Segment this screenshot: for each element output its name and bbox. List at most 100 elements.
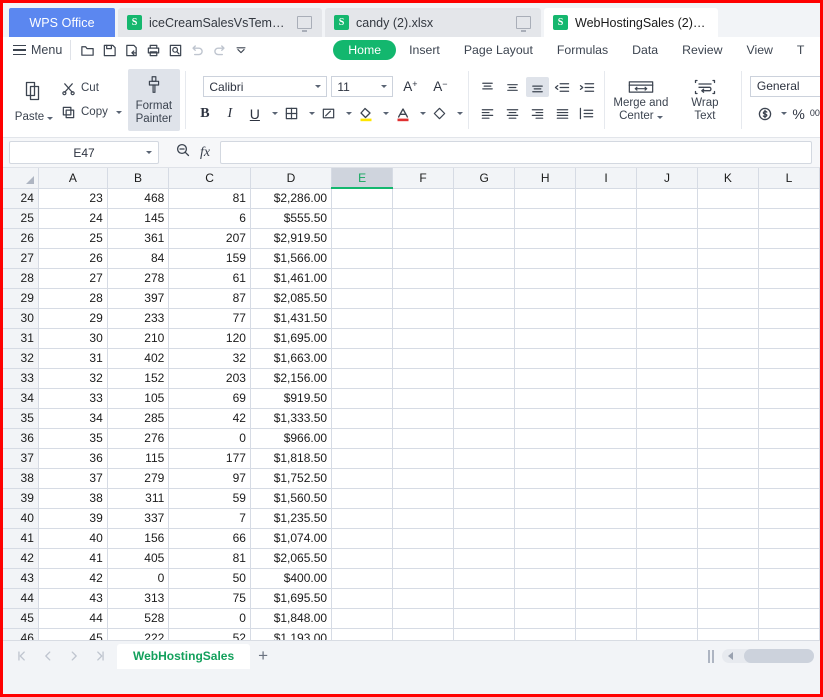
grid-cell[interactable] (697, 468, 759, 489)
grid-cell[interactable]: 97 (168, 468, 251, 489)
grid-cell[interactable] (697, 248, 759, 269)
grid-cell[interactable] (575, 348, 637, 369)
grid-cell[interactable] (697, 188, 759, 209)
grid-cell[interactable] (697, 608, 759, 629)
row-header[interactable]: 37 (3, 448, 39, 469)
increase-indent-button[interactable] (576, 77, 599, 97)
grid-cell[interactable] (758, 468, 820, 489)
grid-cell[interactable] (575, 628, 637, 640)
grid-cell[interactable]: $2,156.00 (250, 368, 333, 389)
grid-cell[interactable]: 177 (168, 448, 251, 469)
grid-cell[interactable] (514, 608, 577, 629)
underline-button[interactable]: U (244, 103, 266, 125)
column-header-k[interactable]: K (697, 168, 759, 189)
grid-cell[interactable] (392, 468, 455, 489)
grid-cell[interactable]: 69 (168, 388, 251, 409)
tab-insert[interactable]: Insert (398, 40, 451, 60)
grid-cell[interactable] (331, 488, 394, 509)
grid-cell[interactable] (392, 348, 455, 369)
grid-cell[interactable] (758, 448, 820, 469)
grid-cell[interactable] (758, 348, 820, 369)
grid-cell[interactable] (514, 528, 577, 549)
tab-data[interactable]: Data (621, 40, 669, 60)
grid-cell[interactable]: $919.50 (250, 388, 333, 409)
grid-cell[interactable]: 152 (107, 368, 170, 389)
grid-cell[interactable]: 210 (107, 328, 170, 349)
monitor-icon[interactable] (297, 16, 312, 32)
grid-cell[interactable]: 32 (168, 348, 251, 369)
grid-cell[interactable] (331, 508, 394, 529)
grid-cell[interactable] (453, 188, 516, 209)
grid-cell[interactable] (514, 268, 577, 289)
grid-cell[interactable] (575, 328, 637, 349)
format-painter-button[interactable]: Format Painter (127, 69, 180, 131)
grid-cell[interactable]: 87 (168, 288, 251, 309)
grid-cell[interactable]: $1,752.50 (250, 468, 333, 489)
row-header[interactable]: 32 (3, 348, 39, 369)
grid-cell[interactable] (697, 508, 759, 529)
grid-cell[interactable] (758, 268, 820, 289)
grid-cell[interactable] (575, 608, 637, 629)
grid-cell[interactable] (392, 528, 455, 549)
grid-cell[interactable] (575, 568, 637, 589)
grid-cell[interactable] (758, 408, 820, 429)
row-header[interactable]: 44 (3, 588, 39, 609)
row-header[interactable]: 41 (3, 528, 39, 549)
monitor-icon[interactable] (516, 16, 531, 32)
grid-cell[interactable]: 311 (107, 488, 170, 509)
column-header-d[interactable]: D (250, 168, 333, 189)
chevron-down-icon[interactable] (271, 112, 278, 115)
grid-cell[interactable] (453, 328, 516, 349)
grid-cell[interactable] (697, 288, 759, 309)
grid-cell[interactable] (331, 348, 394, 369)
grid-cell[interactable] (697, 568, 759, 589)
grid-cell[interactable]: $1,461.00 (250, 268, 333, 289)
grid-cell[interactable] (758, 548, 820, 569)
chevron-down-icon[interactable] (656, 116, 663, 119)
grid-cell[interactable] (331, 288, 394, 309)
grid-cell[interactable] (636, 268, 698, 289)
grid-cell[interactable]: 285 (107, 408, 170, 429)
row-header[interactable]: 42 (3, 548, 39, 569)
column-header-j[interactable]: J (636, 168, 698, 189)
grid-cell[interactable] (514, 208, 577, 229)
grid-cell[interactable]: $1,074.00 (250, 528, 333, 549)
grid-cell[interactable] (758, 528, 820, 549)
chevron-down-icon[interactable] (47, 116, 54, 120)
grid-cell[interactable]: $966.00 (250, 428, 333, 449)
row-header[interactable]: 27 (3, 248, 39, 269)
grid-cell[interactable] (392, 188, 455, 209)
select-all-corner[interactable] (3, 168, 39, 189)
sheet-tab-webhostingsales[interactable]: WebHostingSales (117, 643, 251, 669)
grid-cell[interactable] (575, 268, 637, 289)
grid-cell[interactable]: 77 (168, 308, 251, 329)
justify-button[interactable] (551, 103, 574, 123)
align-left-button[interactable] (476, 103, 499, 123)
grid-cell[interactable]: $2,286.00 (250, 188, 333, 209)
grid-cell[interactable] (575, 488, 637, 509)
grid-cell[interactable] (758, 308, 820, 329)
grid-cell[interactable]: 39 (38, 508, 108, 529)
clear-format-button[interactable] (429, 103, 451, 125)
grid-cell[interactable] (331, 188, 394, 209)
grid-cell[interactable] (575, 588, 637, 609)
grid-cell[interactable]: 66 (168, 528, 251, 549)
grid-cell[interactable] (697, 388, 759, 409)
grid-cell[interactable]: 27 (38, 268, 108, 289)
grid-cell[interactable]: 278 (107, 268, 170, 289)
column-header-g[interactable]: G (453, 168, 516, 189)
grid-cell[interactable]: 105 (107, 388, 170, 409)
cut-button[interactable]: Cut (61, 81, 122, 96)
grid-cell[interactable] (514, 328, 577, 349)
grid-cell[interactable]: 35 (38, 428, 108, 449)
grid-cell[interactable] (636, 208, 698, 229)
grid-cell[interactable] (392, 628, 455, 640)
grid-cell[interactable]: 45 (38, 628, 108, 640)
grid-cell[interactable] (453, 348, 516, 369)
grid-cell[interactable] (392, 568, 455, 589)
grid-cell[interactable]: $1,695.00 (250, 328, 333, 349)
grid-cell[interactable] (697, 448, 759, 469)
grid-cell[interactable] (392, 588, 455, 609)
first-sheet-icon[interactable] (11, 645, 33, 667)
grid-cell[interactable] (636, 348, 698, 369)
